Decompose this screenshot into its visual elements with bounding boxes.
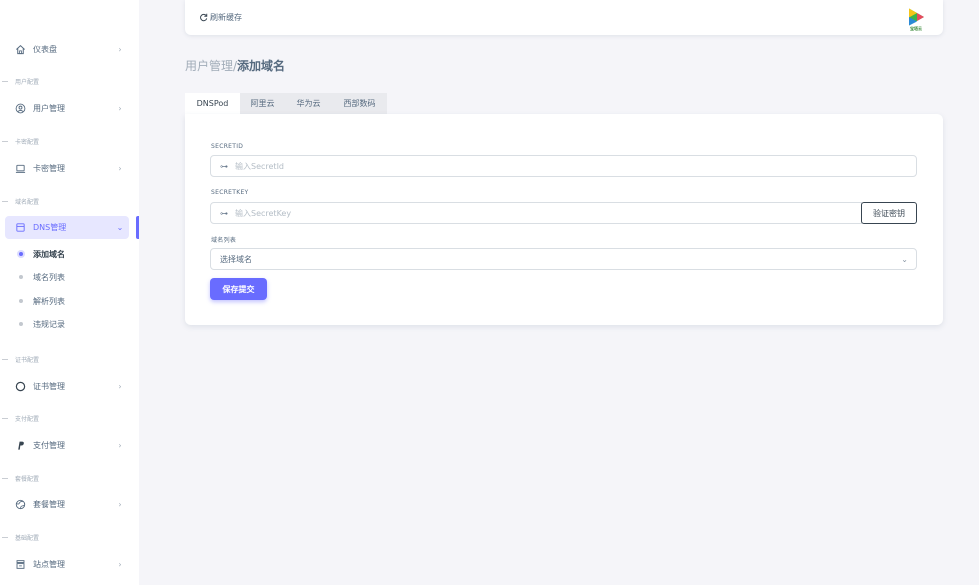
sidebar-item-label: 套餐管理 xyxy=(33,500,65,509)
refresh-cache-label: 刷新缓存 xyxy=(210,13,242,22)
laptop-icon xyxy=(14,163,26,175)
sidebar-item-payment[interactable]: 支付管理 › xyxy=(5,434,129,457)
sidebar-section-header: 基础配置 xyxy=(0,532,139,542)
home-icon xyxy=(14,44,26,56)
sidebar-item-label: DNS管理 xyxy=(33,223,67,232)
calendar-icon xyxy=(14,222,26,234)
sidebar-item-label: 证书管理 xyxy=(33,382,65,391)
bullet-dot xyxy=(19,299,23,303)
sidebar-item-label: 卡密管理 xyxy=(33,164,65,173)
secret-id-label: SECRETID xyxy=(211,143,244,150)
bullet-dot xyxy=(19,252,23,256)
sidebar-section-header: 支付配置 xyxy=(0,413,139,423)
secret-id-input[interactable]: ⊶ 输入SecretId xyxy=(210,155,917,177)
save-submit-button[interactable]: 保存提交 xyxy=(210,278,267,300)
logo-text: 宝塔云 xyxy=(910,26,922,31)
sidebar-section-header: 卡密配置 xyxy=(0,136,139,146)
sidebar-item-cards[interactable]: 卡密管理 › xyxy=(5,157,129,180)
sidebar-section-header: 套餐配置 xyxy=(0,473,139,483)
paypal-icon xyxy=(14,440,26,452)
tab-aliyun[interactable]: 阿里云 xyxy=(240,93,285,114)
top-navbar: 刷新缓存 宝塔云 xyxy=(185,0,943,35)
refresh-cache-button[interactable]: 刷新缓存 xyxy=(199,12,242,23)
secret-key-input[interactable]: ⊶ 输入SecretKey xyxy=(210,202,862,224)
tab-west-digital[interactable]: 西部数码 xyxy=(332,93,387,114)
bullet-dot xyxy=(19,275,23,279)
chevron-down-icon: ⌄ xyxy=(116,223,124,232)
sidebar-subitem-resolve-list[interactable]: 解析列表 xyxy=(5,291,129,311)
page-title: 添加域名 xyxy=(237,59,286,73)
sidebar-section-header: 用户配置 xyxy=(0,76,139,86)
store-icon xyxy=(14,559,26,571)
sidebar-active-indicator xyxy=(136,216,139,239)
sidebar: 仪表盘 › 用户配置 用户管理 › 卡密配置 卡密管理 › 域名配置 DNS管理… xyxy=(0,0,139,585)
chevron-down-icon: ⌄ xyxy=(901,254,908,264)
domain-select[interactable]: 选择域名 ⌄ xyxy=(210,248,917,270)
secret-id-placeholder: 输入SecretId xyxy=(235,161,285,171)
chevron-right-icon: › xyxy=(118,382,122,391)
bullet-dot xyxy=(19,322,23,326)
chevron-right-icon: › xyxy=(118,560,122,569)
sidebar-item-packages[interactable]: 套餐管理 › xyxy=(5,493,129,516)
sidebar-subitem-violations[interactable]: 违规记录 xyxy=(5,314,129,334)
sidebar-item-label: 用户管理 xyxy=(33,104,65,113)
chevron-right-icon: › xyxy=(118,45,122,54)
sidebar-section-header: 域名配置 xyxy=(0,196,139,206)
sidebar-subitem-domain-list[interactable]: 域名列表 xyxy=(5,267,129,287)
provider-tabs: DNSPod 阿里云 华为云 西部数码 xyxy=(185,93,387,114)
add-domain-form-card: SECRETID ⊶ 输入SecretId SECRETKEY ⊶ 输入Secr… xyxy=(185,114,943,325)
globe-icon xyxy=(14,499,26,511)
sidebar-item-sites[interactable]: 站点管理 › xyxy=(5,553,129,576)
sidebar-section-header: 证书配置 xyxy=(0,354,139,364)
sidebar-item-label: 仪表盘 xyxy=(33,45,57,54)
refresh-icon xyxy=(200,13,208,22)
sidebar-item-dashboard[interactable]: 仪表盘 › xyxy=(5,38,129,61)
secret-key-placeholder: 输入SecretKey xyxy=(235,208,292,218)
sidebar-subitem-add-domain[interactable]: 添加域名 xyxy=(5,244,129,264)
chevron-right-icon: › xyxy=(118,104,122,113)
tab-huaweicloud[interactable]: 华为云 xyxy=(285,93,332,114)
play-logo-icon[interactable]: 宝塔云 xyxy=(905,7,927,31)
breadcrumb: 用户管理/添加域名 xyxy=(185,57,285,74)
user-circle-icon xyxy=(14,103,26,115)
tab-dnspod[interactable]: DNSPod xyxy=(185,93,240,114)
chevron-right-icon: › xyxy=(118,164,122,173)
key-icon: ⊶ xyxy=(220,161,228,171)
sidebar-item-label: 站点管理 xyxy=(33,560,65,569)
circle-icon xyxy=(14,381,26,393)
key-icon: ⊶ xyxy=(220,208,228,218)
domain-list-label: 域名列表 xyxy=(211,237,237,244)
sidebar-item-dns[interactable]: DNS管理 ⌄ xyxy=(5,216,129,239)
chevron-right-icon: › xyxy=(118,441,122,450)
chevron-right-icon: › xyxy=(118,500,122,509)
secret-key-label: SECRETKEY xyxy=(211,189,249,196)
sidebar-item-users[interactable]: 用户管理 › xyxy=(5,97,129,120)
sidebar-item-certs[interactable]: 证书管理 › xyxy=(5,375,129,398)
domain-select-value: 选择域名 xyxy=(220,254,252,264)
breadcrumb-parent: 用户管理/ xyxy=(185,59,238,73)
verify-key-button[interactable]: 验证密钥 xyxy=(861,202,917,224)
sidebar-item-label: 支付管理 xyxy=(33,441,65,450)
